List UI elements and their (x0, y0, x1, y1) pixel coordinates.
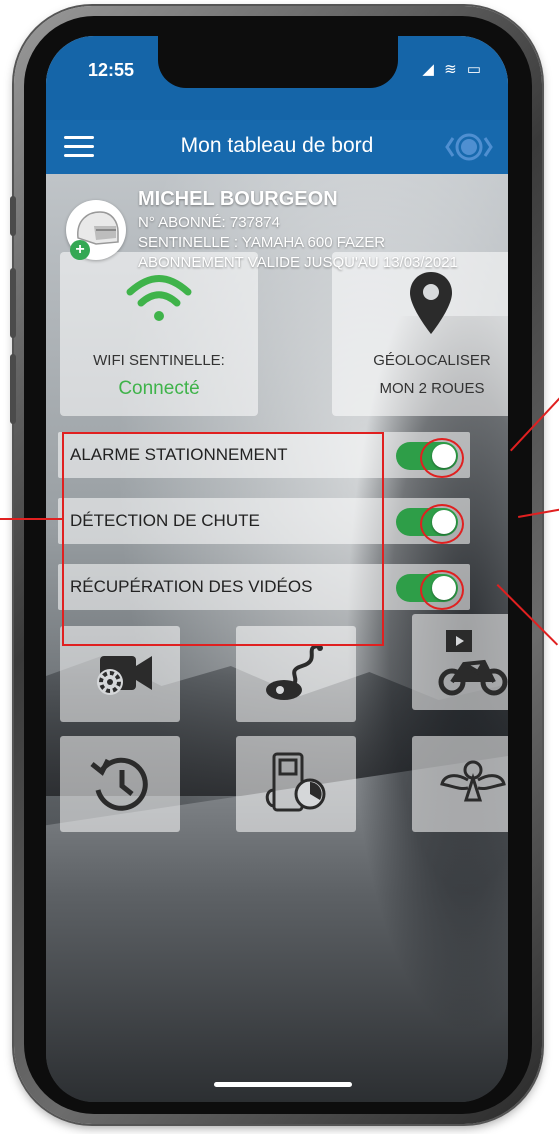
route-icon (266, 644, 323, 700)
camera-settings-tile[interactable] (60, 626, 180, 722)
geolocate-label-2: MON 2 ROUES (379, 380, 485, 397)
app-bar: Mon tableau de bord (46, 120, 508, 174)
fuel-timer-tile[interactable] (236, 736, 356, 832)
fuel-timer-icon (265, 752, 326, 812)
angel-tile[interactable] (412, 736, 508, 832)
toggle-knob (432, 576, 456, 600)
home-indicator (214, 1082, 352, 1087)
user-name: MICHEL BOURGEON (138, 188, 338, 210)
profile-header: + MICHEL BOURGEON N° ABONNÉ: 737874 SENT… (66, 184, 506, 284)
camera-notch (158, 36, 398, 88)
subscriber-number: N° ABONNÉ: 737874 (138, 214, 280, 231)
toggle-knob (432, 510, 456, 534)
history-icon (90, 757, 148, 811)
toggle-knob (432, 444, 456, 468)
video-recovery-toggle[interactable] (396, 574, 458, 602)
toggle-label-fall-detection: DÉTECTION DE CHUTE (70, 511, 260, 530)
volume-down-button (10, 354, 16, 424)
bike-video-icon (438, 630, 508, 696)
status-icons: ◢ ≋ ▭ (422, 61, 484, 78)
page-title: Mon tableau de bord (180, 134, 374, 157)
angel-icon (440, 760, 506, 802)
subscription-validity: ABONNEMENT VALIDE JUSQU'AU 13/03/2021 (138, 254, 458, 271)
alarm-signal-icon[interactable] (444, 130, 494, 164)
app-screen: 12:55 ◢ ≋ ▭ Mon tableau de bord + MICHEL… (46, 36, 508, 1102)
toggle-row-fall-detection: DÉTECTION DE CHUTE (58, 498, 470, 544)
status-time: 12:55 (88, 60, 135, 80)
wifi-status: Connecté (118, 378, 200, 399)
toggle-row-parking-alarm: ALARME STATIONNEMENT (58, 432, 470, 478)
parking-alarm-toggle[interactable] (396, 442, 458, 470)
sentinel-model: SENTINELLE : YAMAHA 600 FAZER (138, 234, 386, 251)
toggle-label-parking-alarm: ALARME STATIONNEMENT (70, 445, 288, 464)
toggle-row-video-recovery: RÉCUPÉRATION DES VIDÉOS (58, 564, 470, 610)
wifi-card-label: WIFI SENTINELLE: (93, 352, 225, 369)
volume-up-button (10, 268, 16, 338)
fall-detection-toggle[interactable] (396, 508, 458, 536)
camera-settings-icon (97, 656, 152, 695)
mute-switch (10, 196, 16, 236)
route-tile[interactable] (236, 626, 356, 722)
history-tile[interactable] (60, 736, 180, 832)
bike-video-tile[interactable] (412, 614, 508, 710)
geolocate-label-1: GÉOLOCALISER (373, 352, 491, 369)
add-photo-icon[interactable]: + (70, 240, 90, 260)
annotation-line-left (0, 518, 62, 520)
toggle-label-video-recovery: RÉCUPÉRATION DES VIDÉOS (70, 577, 313, 596)
